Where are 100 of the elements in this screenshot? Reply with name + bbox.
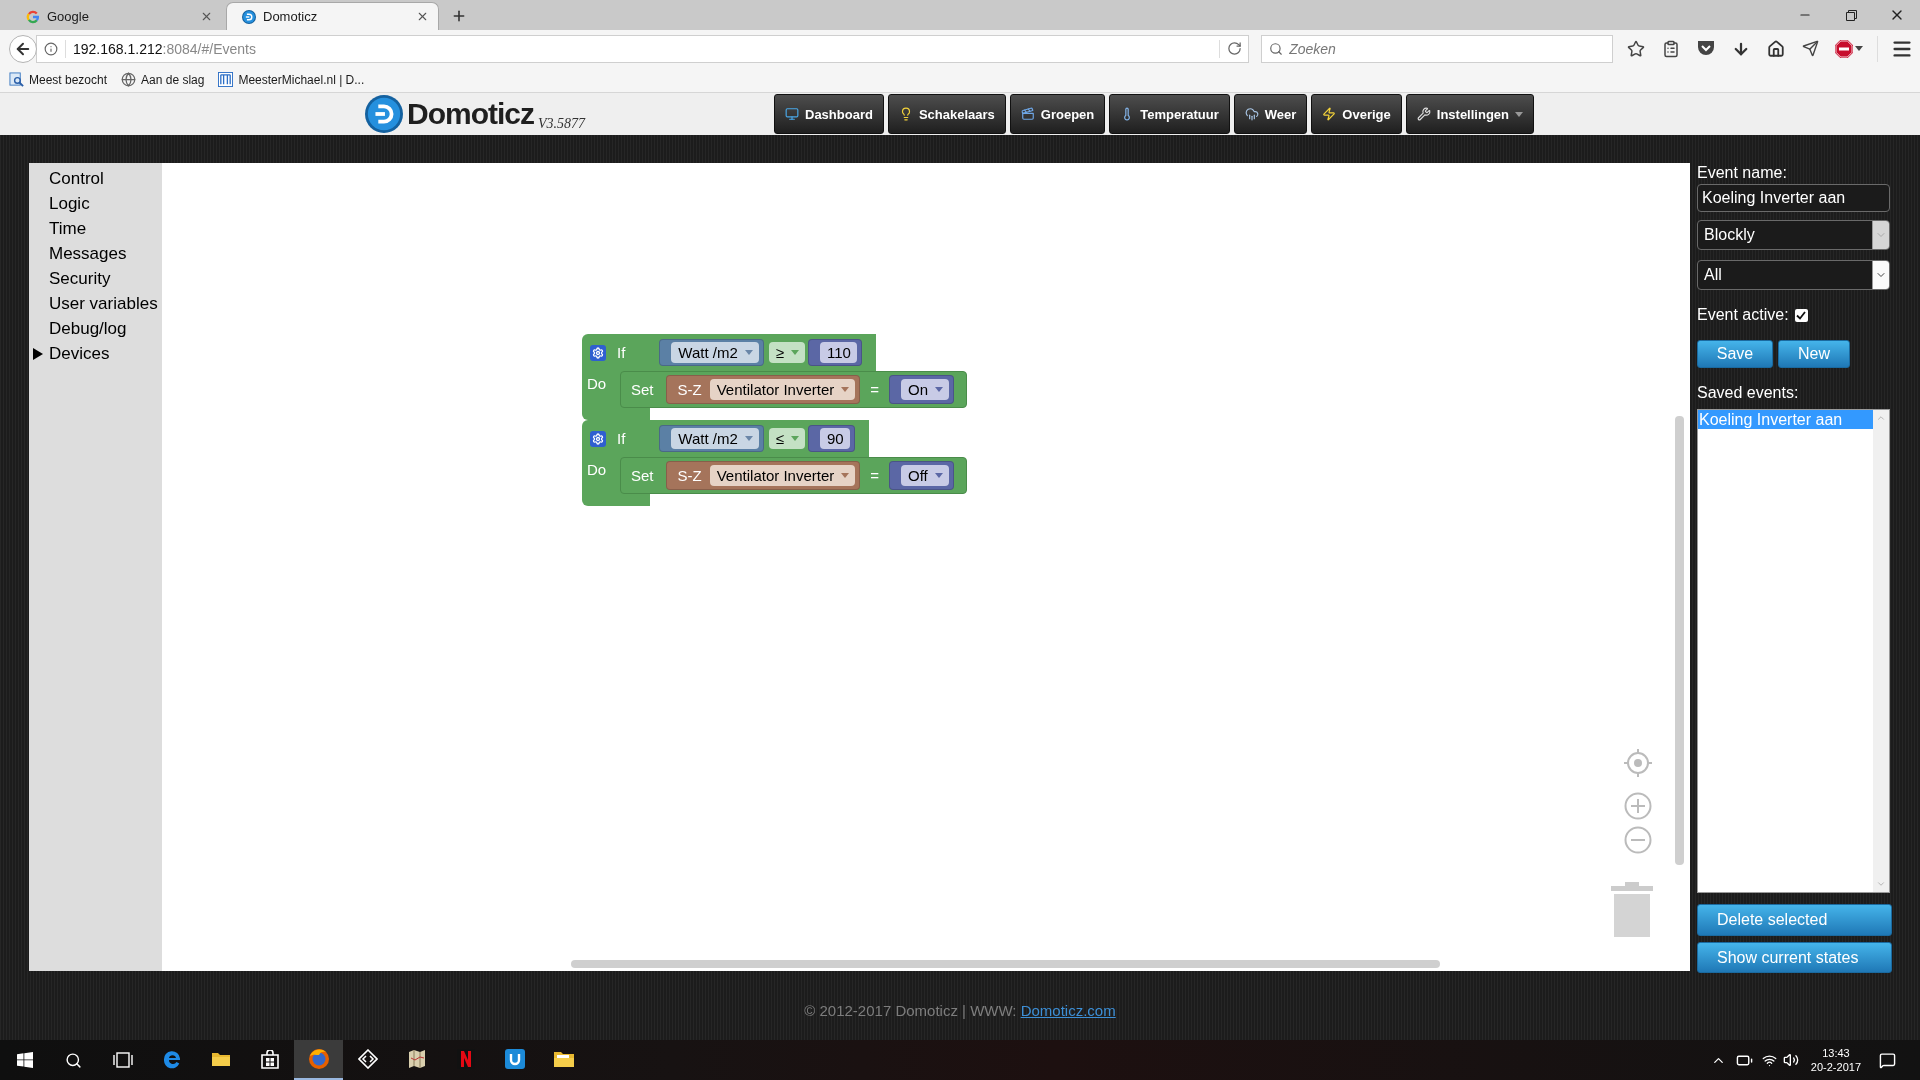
bookmark-link[interactable]: MeesterMichael.nl | D... xyxy=(218,72,365,87)
home-icon[interactable] xyxy=(1766,39,1785,58)
toolbox-category[interactable]: Time xyxy=(29,216,162,241)
nav-button[interactable]: Temperatuur xyxy=(1109,94,1230,134)
set-block[interactable]: Set S-Z Ventilator Inverter = Off xyxy=(620,457,967,494)
info-icon[interactable] xyxy=(44,41,58,56)
caret-icon xyxy=(841,473,850,478)
browser-tab[interactable]: Domoticz xyxy=(226,2,439,30)
plus-icon[interactable] xyxy=(451,8,467,24)
device-dropdown[interactable]: Ventilator Inverter xyxy=(709,465,856,486)
wrench-icon xyxy=(1416,107,1431,121)
operator-dropdown[interactable]: ≤ xyxy=(768,428,806,449)
saved-events-label: Saved events: xyxy=(1697,383,1799,403)
website-link[interactable]: Domoticz.com xyxy=(1020,1002,1116,1019)
number-field[interactable]: 90 xyxy=(820,428,850,449)
app-title: Domoticz xyxy=(407,99,534,129)
event-name-input[interactable]: Koeling Inverter aan xyxy=(1697,184,1890,212)
sensor-dropdown[interactable]: Watt /m2 xyxy=(671,428,759,449)
shopping-bag-icon xyxy=(260,1049,279,1069)
volume-icon[interactable] xyxy=(1782,1052,1799,1068)
send-icon[interactable] xyxy=(1802,40,1819,57)
state-block[interactable]: Off xyxy=(889,461,954,490)
search-icon[interactable] xyxy=(65,1051,82,1069)
bookmark-link[interactable]: Aan de slag xyxy=(121,72,205,87)
toolbox-category[interactable]: Messages xyxy=(29,241,162,266)
state-dropdown[interactable]: On xyxy=(901,379,950,400)
browser-icon xyxy=(161,1049,182,1069)
copyright-text: © 2012-2017 Domoticz | WWW: Domoticz.com xyxy=(804,1001,1116,1021)
number-field[interactable]: 110 xyxy=(820,342,857,363)
state-dropdown[interactable]: Off xyxy=(901,465,949,486)
nav-button[interactable]: Groepen xyxy=(1009,94,1106,134)
caret-icon xyxy=(744,436,753,441)
close-icon[interactable] xyxy=(200,10,213,23)
device-group-label: S-Z xyxy=(677,467,702,484)
reload-icon[interactable] xyxy=(1227,41,1243,56)
nav-button[interactable]: Schakelaars xyxy=(887,94,1006,134)
favicon-icon xyxy=(242,9,256,24)
toolbox-category[interactable]: Control xyxy=(29,166,162,191)
device-dropdown[interactable]: Ventilator Inverter xyxy=(709,379,856,400)
nav-button[interactable]: Dashboard xyxy=(774,94,884,134)
clipboard-list-icon[interactable] xyxy=(1661,39,1680,58)
toolbox-category[interactable]: Debug/log xyxy=(29,316,162,341)
sensor-block[interactable]: Watt /m2 xyxy=(659,425,764,452)
operator-dropdown[interactable]: ≥ xyxy=(768,342,806,363)
expand-triangle-icon[interactable] xyxy=(33,347,43,360)
caret-icon xyxy=(841,387,850,392)
toolbox-category[interactable]: Devices xyxy=(29,341,162,366)
address-field[interactable]: 192.168.1.212:8084/#/Events xyxy=(36,34,1250,63)
horizontal-scrollbar[interactable] xyxy=(571,960,1440,968)
nav-button[interactable]: Overige xyxy=(1311,94,1402,134)
caret-icon xyxy=(935,387,944,392)
state-block[interactable]: On xyxy=(889,375,955,404)
caret-icon xyxy=(791,350,800,355)
caret-icon xyxy=(744,350,753,355)
wifi-icon[interactable] xyxy=(1761,1052,1777,1068)
shield-chevron-icon[interactable] xyxy=(1696,40,1715,57)
active-checkbox[interactable] xyxy=(1794,308,1808,322)
windows-logo-icon[interactable] xyxy=(16,1052,33,1068)
bookmark-link[interactable]: Meest bezocht xyxy=(9,72,108,87)
toolbox-category[interactable]: Logic xyxy=(29,191,162,216)
browser-tab[interactable]: Google xyxy=(10,2,223,30)
toolbox-category[interactable]: User variables xyxy=(29,291,162,316)
sensor-dropdown[interactable]: Watt /m2 xyxy=(671,342,759,363)
equals-label: = xyxy=(870,467,879,484)
caret-icon xyxy=(934,473,943,478)
gear-icon[interactable] xyxy=(590,344,606,361)
toolbox-category[interactable]: Security xyxy=(29,266,162,291)
vertical-scrollbar[interactable] xyxy=(1675,416,1684,865)
code-icon xyxy=(357,1049,378,1069)
search-field[interactable]: Zoeken xyxy=(1261,34,1614,63)
number-block[interactable]: 110 xyxy=(808,339,862,366)
star-icon[interactable] xyxy=(1626,39,1645,58)
caret-icon xyxy=(1855,46,1863,51)
set-block[interactable]: Set S-Z Ventilator Inverter = On xyxy=(620,371,968,408)
app-version: V3.5877 xyxy=(538,116,586,132)
logo-icon xyxy=(365,95,403,133)
number-block[interactable]: 90 xyxy=(808,425,855,452)
task-view-icon[interactable] xyxy=(112,1052,133,1068)
gear-icon[interactable] xyxy=(590,430,606,447)
event-active-label: Event active: xyxy=(1697,305,1789,325)
globe-icon xyxy=(121,72,137,87)
device-block[interactable]: S-Z Ventilator Inverter xyxy=(665,375,861,404)
monitor-icon xyxy=(785,107,799,121)
restore-icon[interactable] xyxy=(1845,9,1857,21)
nav-button[interactable]: Weer xyxy=(1233,94,1308,134)
device-block[interactable]: S-Z Ventilator Inverter xyxy=(665,461,861,490)
stop-sign-icon[interactable] xyxy=(1835,39,1853,58)
clock-time[interactable]: 13:43 xyxy=(1822,1046,1850,1060)
filter-select[interactable]: All xyxy=(1697,260,1890,290)
clock-date[interactable]: 20-2-2017 xyxy=(1810,1060,1861,1074)
notification-icon[interactable] xyxy=(1879,1051,1896,1069)
folder-icon xyxy=(210,1050,231,1068)
back-button[interactable] xyxy=(9,34,37,63)
search-icon xyxy=(1269,41,1284,56)
files-icon xyxy=(552,1050,575,1068)
nav-button[interactable]: Instellingen xyxy=(1405,94,1534,134)
sensor-block[interactable]: Watt /m2 xyxy=(659,339,764,366)
search-page-icon xyxy=(9,72,24,87)
close-icon[interactable] xyxy=(416,10,429,23)
map-icon xyxy=(406,1049,427,1069)
